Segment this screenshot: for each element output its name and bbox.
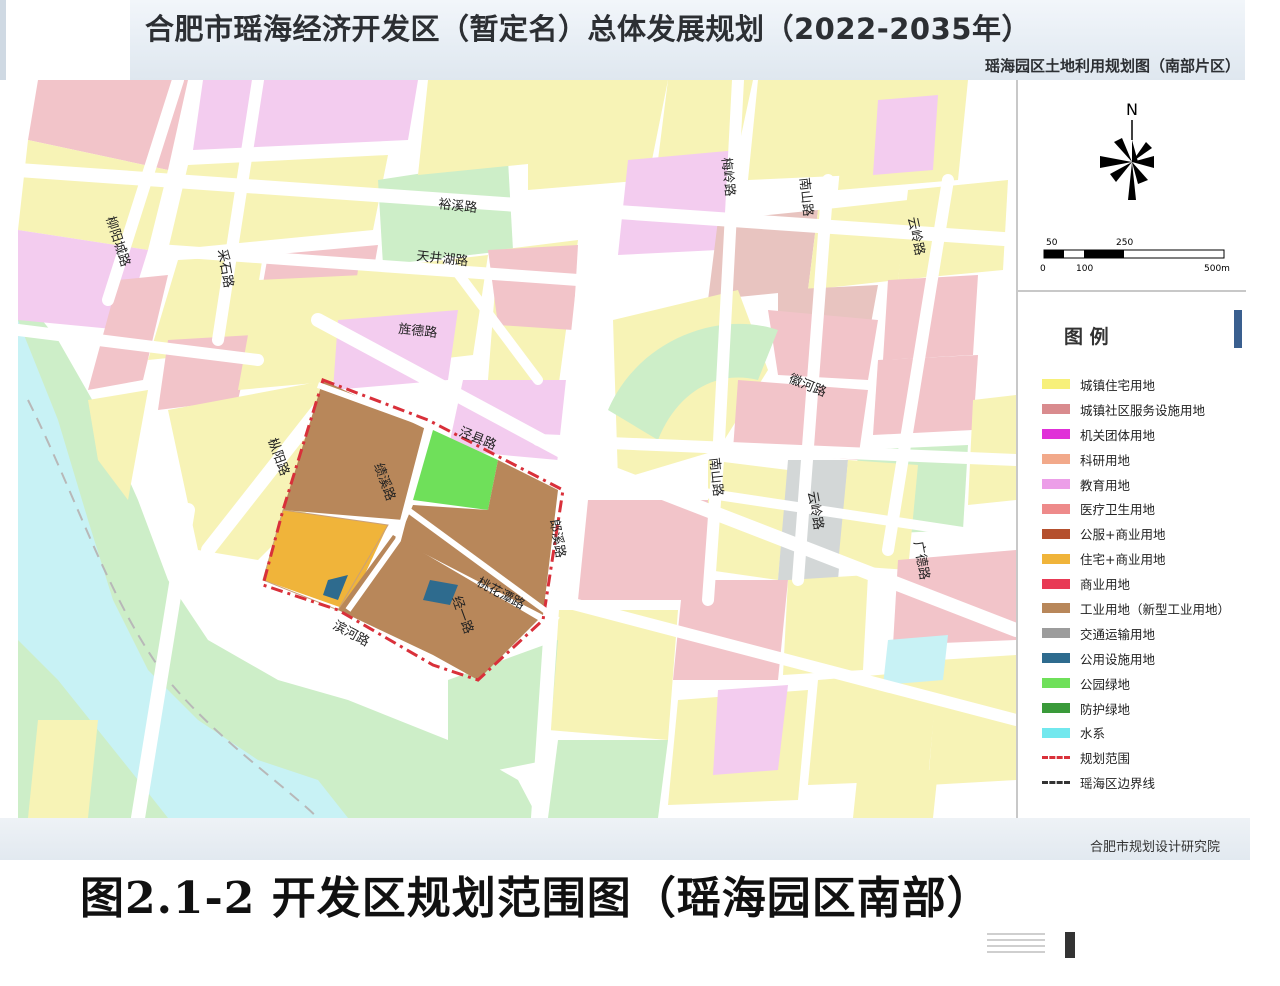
legend-swatch bbox=[1042, 578, 1070, 589]
compass-box: N 50 250 0 100 500m bbox=[1018, 80, 1246, 292]
block-res-sw1 bbox=[28, 720, 98, 818]
footer-band bbox=[0, 818, 1250, 860]
legend-swatch bbox=[1042, 454, 1070, 465]
legend-panel: N 50 250 0 100 500m 图 例 城镇住宅用地城镇社区服务设施用地… bbox=[1016, 80, 1246, 818]
legend-label: 防护绿地 bbox=[1080, 701, 1131, 717]
legend-title: 图 例 bbox=[1064, 326, 1109, 348]
scale-tick-500m: 500m bbox=[1204, 264, 1230, 274]
legend-label: 机关团体用地 bbox=[1080, 427, 1156, 443]
figure-caption: 图2.1-2 开发区规划范围图（瑶海园区南部） bbox=[80, 873, 992, 924]
header-left-rule bbox=[0, 0, 6, 80]
legend-item: 教育用地 bbox=[1042, 472, 1230, 497]
legend-label: 工业用地（新型工业用地） bbox=[1080, 601, 1231, 617]
plan-title: 合肥市瑶海经济开发区（暂定名）总体发展规划（2022-2035年） bbox=[145, 12, 1031, 46]
legend-swatch bbox=[1042, 528, 1070, 539]
legend-label: 医疗卫生用地 bbox=[1080, 502, 1156, 518]
legend-item: 防护绿地 bbox=[1042, 696, 1230, 721]
scale-tick-250: 250 bbox=[1116, 238, 1133, 248]
legend-swatch bbox=[1042, 756, 1070, 760]
legend-swatch bbox=[1042, 603, 1070, 614]
scale-tick-50: 50 bbox=[1046, 238, 1058, 248]
legend-item: 公用设施用地 bbox=[1042, 646, 1230, 671]
legend-item: 商业用地 bbox=[1042, 571, 1230, 596]
legend-label: 水系 bbox=[1080, 726, 1106, 742]
legend-item: 城镇社区服务设施用地 bbox=[1042, 397, 1230, 422]
block-community-c7 bbox=[488, 245, 578, 330]
legend-label: 公服+商业用地 bbox=[1080, 527, 1166, 543]
legend-label: 住宅+商业用地 bbox=[1080, 552, 1166, 568]
block-edu-se10 bbox=[713, 685, 788, 775]
legend-label: 公园绿地 bbox=[1080, 676, 1131, 692]
legend-item: 医疗卫生用地 bbox=[1042, 496, 1230, 521]
block-green-se14 bbox=[548, 740, 668, 818]
legend-label: 城镇住宅用地 bbox=[1080, 377, 1156, 393]
legend-label: 瑶海区边界线 bbox=[1080, 776, 1156, 792]
block-edu-n11 bbox=[873, 95, 938, 175]
legend-swatch bbox=[1042, 503, 1070, 514]
edge-marker bbox=[1234, 310, 1242, 348]
legend-item: 科研用地 bbox=[1042, 447, 1230, 472]
legend-swatch bbox=[1042, 404, 1070, 415]
legend-item: 机关团体用地 bbox=[1042, 422, 1230, 447]
legend-swatch bbox=[1042, 781, 1070, 785]
scale-tick-100: 100 bbox=[1076, 264, 1093, 274]
legend-list: 城镇住宅用地城镇社区服务设施用地 机关团体用地 科研用地教育用地医疗卫生用地 公服+商… bbox=[1042, 372, 1230, 795]
legend-item: 住宅+商业用地 bbox=[1042, 546, 1230, 571]
legend-item: 交通运输用地 bbox=[1042, 621, 1230, 646]
block-res-e6 bbox=[968, 395, 1016, 505]
legend-label: 公用设施用地 bbox=[1080, 651, 1156, 667]
legend-swatch bbox=[1042, 429, 1070, 440]
legend-item: 公服+商业用地 bbox=[1042, 521, 1230, 546]
legend-swatch bbox=[1042, 727, 1070, 738]
legend-swatch bbox=[1042, 628, 1070, 639]
legend-label: 科研用地 bbox=[1080, 452, 1131, 468]
legend: 图 例 城镇住宅用地城镇社区服务设施用地 机关团体用地 科研用地教育用地医疗卫生用地… bbox=[1018, 292, 1246, 812]
scale-bar: 50 250 0 100 500m bbox=[1040, 238, 1230, 274]
watermark-icon bbox=[987, 932, 1075, 958]
legend-swatch bbox=[1042, 479, 1070, 489]
legend-swatch bbox=[1042, 553, 1070, 564]
legend-item: 瑶海区边界线 bbox=[1042, 770, 1230, 795]
legend-label: 交通运输用地 bbox=[1080, 626, 1156, 642]
legend-swatch bbox=[1042, 653, 1070, 664]
block-community-se7 bbox=[893, 550, 1016, 645]
map-canvas: 裕溪路 天井湖路 柳阳城路 采石路 旌德路 泾县路 枞阳路 绩溪路 郎溪路 桃花… bbox=[18, 80, 1016, 818]
block-edu-n1 bbox=[193, 80, 418, 150]
legend-item: 工业用地（新型工业用地） bbox=[1042, 596, 1230, 621]
sheet-title: 瑶海园区土地利用规划图（南部片区） bbox=[984, 57, 1240, 75]
legend-swatch bbox=[1042, 703, 1070, 714]
institute-credit: 合肥市规划设计研究院 bbox=[1089, 840, 1220, 855]
legend-label: 商业用地 bbox=[1080, 577, 1131, 593]
legend-swatch bbox=[1042, 678, 1070, 689]
block-water-se13 bbox=[883, 635, 948, 685]
legend-label: 教育用地 bbox=[1080, 477, 1131, 493]
legend-item: 水系 bbox=[1042, 720, 1230, 745]
land-use-map[interactable]: 裕溪路 天井湖路 柳阳城路 采石路 旌德路 泾县路 枞阳路 绩溪路 郎溪路 桃花… bbox=[18, 80, 1016, 818]
north-label: N bbox=[1126, 100, 1138, 119]
scale-tick-0: 0 bbox=[1040, 264, 1046, 274]
block-res-s2 bbox=[853, 770, 938, 818]
block-community-e3 bbox=[873, 355, 978, 435]
legend-item: 公园绿地 bbox=[1042, 671, 1230, 696]
legend-swatch bbox=[1042, 379, 1070, 390]
legend-label: 城镇社区服务设施用地 bbox=[1080, 402, 1206, 418]
legend-label: 规划范围 bbox=[1080, 751, 1131, 767]
legend-item: 规划范围 bbox=[1042, 745, 1230, 770]
legend-item: 城镇住宅用地 bbox=[1042, 372, 1230, 397]
north-arrow-icon bbox=[1100, 120, 1154, 200]
header: 合肥市瑶海经济开发区（暂定名）总体发展规划（2022-2035年） 瑶海园区土地… bbox=[0, 0, 1280, 82]
